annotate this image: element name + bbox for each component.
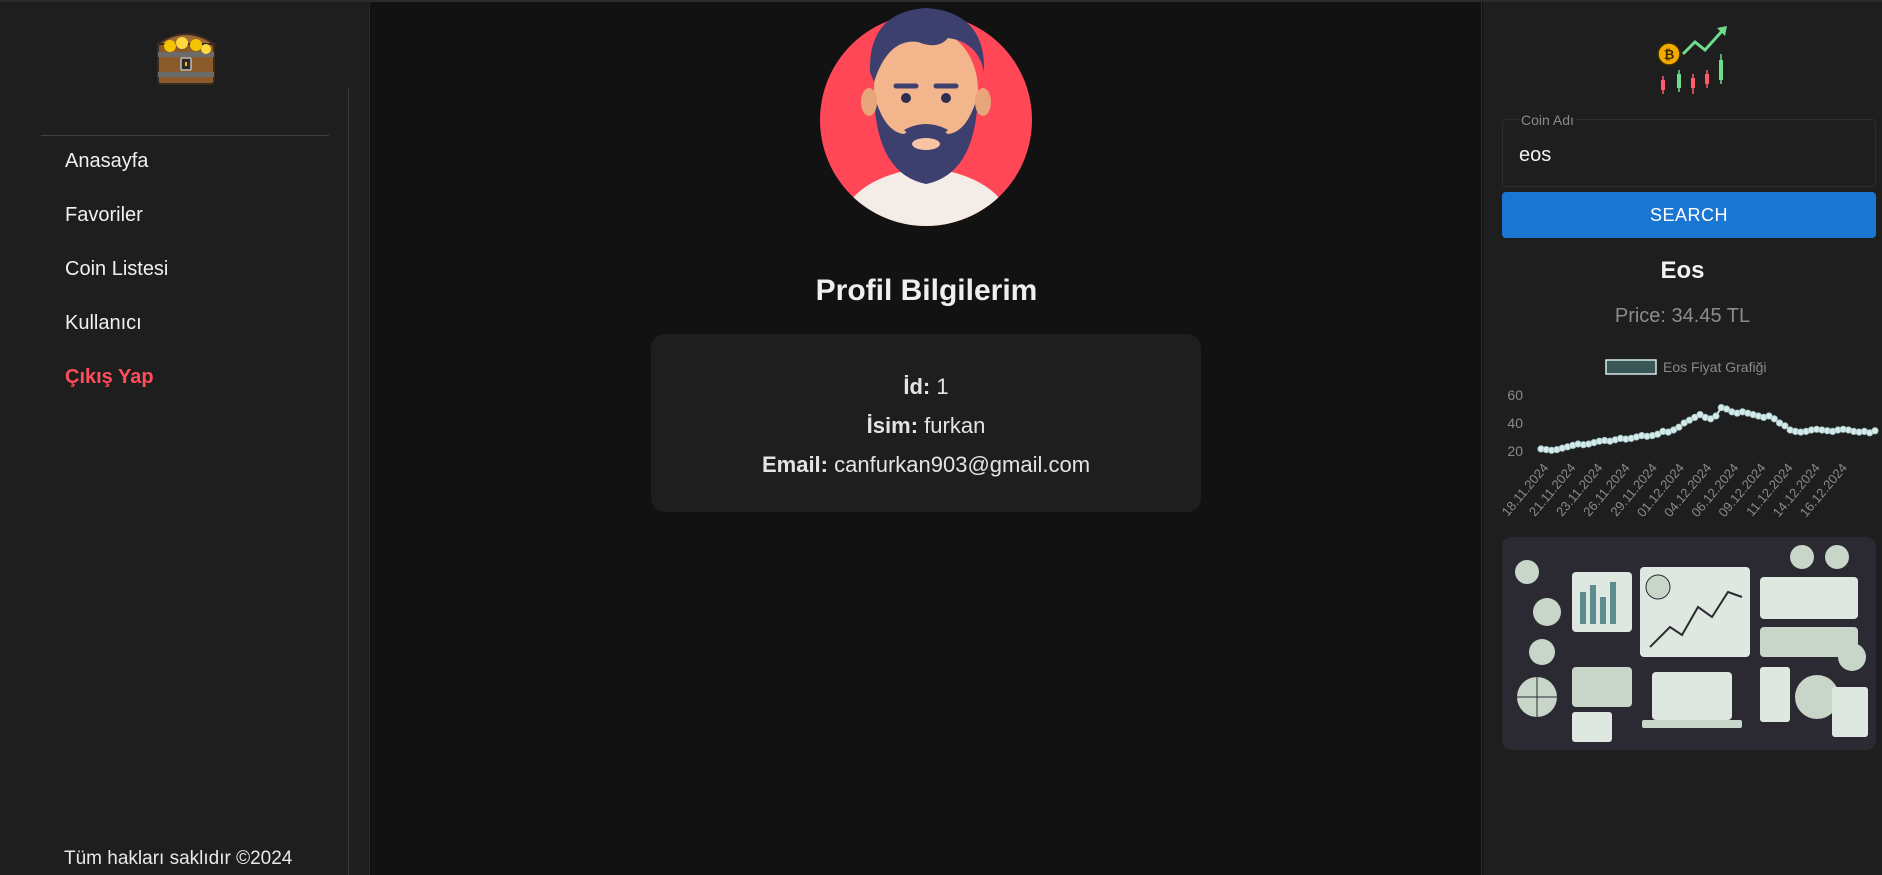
sidebar-item-coin-listesi[interactable]: Coin Listesi [0, 250, 340, 304]
coin-price: Price: 34.45 TL [1614, 305, 1751, 327]
page-title: Profil Bilgilerim [815, 274, 1038, 307]
crypto-dashboard-illustration [1502, 537, 1876, 750]
sidebar-item-anasayfa[interactable]: Anasayfa [0, 142, 340, 196]
price-chart: Eos Fiyat Grafiği 204060 18.11.202421.11… [1499, 359, 1879, 520]
profile-id-row: İd: 1 [651, 367, 1201, 406]
sidebar-nav: Anasayfa Favoriler Coin Listesi Kullanıc… [0, 142, 340, 412]
profile-id-value: 1 [936, 374, 949, 399]
chart-ytick-label: 60 [1507, 387, 1523, 403]
sidebar-item-favoriler[interactable]: Favoriler [0, 196, 340, 250]
sidebar-divider-vertical [348, 88, 349, 875]
sidebar-divider [41, 135, 329, 136]
chart-point [1871, 427, 1879, 435]
chart-point [1770, 415, 1778, 423]
sidebar-item-logout[interactable]: Çıkış Yap [0, 358, 340, 412]
chart-point [1675, 423, 1683, 431]
treasure-chest-icon[interactable] [152, 22, 220, 90]
chart-legend-label: Eos Fiyat Grafiği [1663, 359, 1766, 375]
sidebar-item-kullanici[interactable]: Kullanıcı [0, 304, 340, 358]
coin-search-label: Coin Adı [1519, 112, 1576, 128]
chart-point [1712, 412, 1720, 420]
coin-search-input[interactable] [1519, 144, 1859, 167]
search-button[interactable]: SEARCH [1502, 192, 1876, 238]
sidebar: Anasayfa Favoriler Coin Listesi Kullanıc… [0, 2, 370, 875]
avatar-icon [820, 8, 1032, 226]
coin-search-field: Coin Adı [1502, 112, 1876, 187]
footer-copyright: Tüm hakları saklıdır ©2024 [64, 848, 293, 869]
profile-card: İd: 1 İsim: furkan Email: canfurkan903@g… [651, 334, 1201, 512]
chart-ytick-label: 40 [1507, 415, 1523, 431]
crypto-trend-icon: ₿ [1657, 26, 1727, 94]
profile-email-row: Email: canfurkan903@gmail.com [651, 445, 1201, 484]
app-root: Anasayfa Favoriler Coin Listesi Kullanıc… [0, 0, 1882, 875]
profile-id-label: İd: [903, 374, 931, 399]
chart-legend-swatch [1605, 359, 1657, 375]
profile-name-row: İsim: furkan [651, 406, 1201, 445]
profile-name-label: İsim: [866, 413, 919, 438]
coin-name: Eos [1660, 257, 1705, 284]
main-content: Profil Bilgilerim İd: 1 İsim: furkan Ema… [371, 2, 1482, 875]
chart-point [1781, 422, 1789, 430]
profile-email-value: canfurkan903@gmail.com [834, 452, 1091, 477]
profile-email-label: Email: [761, 452, 828, 477]
svg-text:₿: ₿ [1664, 47, 1675, 62]
right-panel: ₿ Coin Adı SEARCH Eos Price: 34.45 TL Eo… [1483, 2, 1882, 875]
chart-ytick-label: 20 [1507, 443, 1523, 459]
profile-name-value: furkan [924, 413, 986, 438]
